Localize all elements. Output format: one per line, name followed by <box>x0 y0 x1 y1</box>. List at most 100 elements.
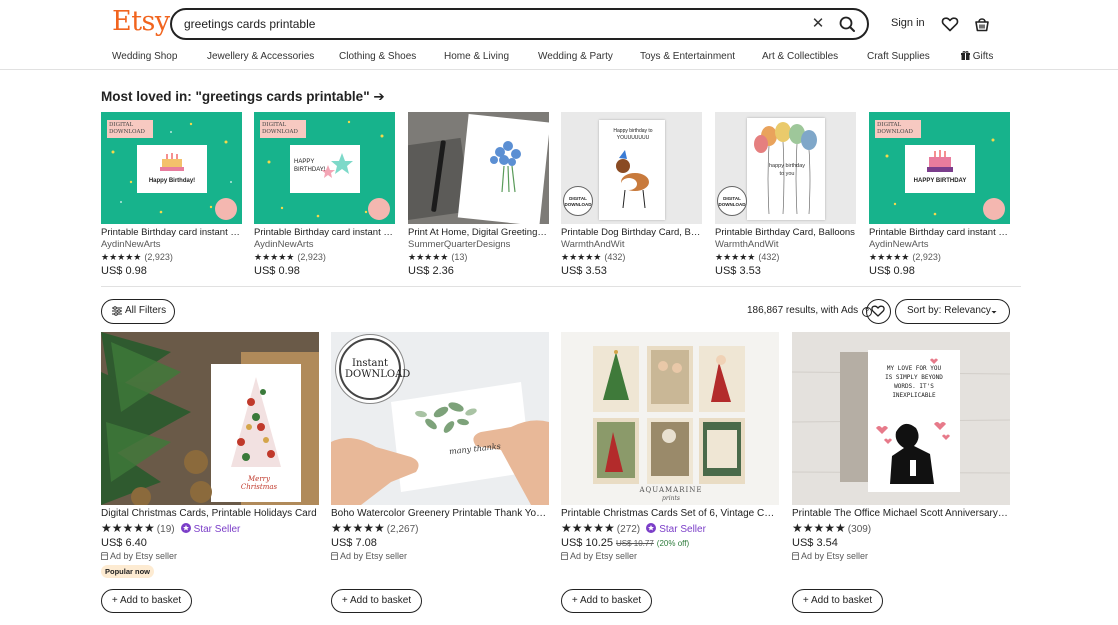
shop-badge-icon <box>215 198 237 220</box>
loved-item[interactable]: happy birthday to you DIGITAL DOWNLOAD P… <box>715 112 856 277</box>
card-preview-text: HAPPY BIRTHDAY <box>913 178 967 184</box>
rating-count: (2,267) <box>386 524 419 535</box>
loved-item-title[interactable]: Printable Birthday card instant download <box>254 227 395 238</box>
all-filters-label: All Filters <box>125 305 167 316</box>
listing-title[interactable]: Digital Christmas Cards, Printable Holid… <box>101 508 319 519</box>
loved-item-title[interactable]: Printable Dog Birthday Card, Beagle <box>561 227 702 238</box>
loved-item[interactable]: Happy birthday to YOUUUUUUU DIGITAL DOWN… <box>561 112 702 277</box>
search-bar: ✕ <box>170 8 869 40</box>
loved-item-shop[interactable]: AydinNewArts <box>869 239 1010 250</box>
instant-download-stamp: Instant DOWNLOAD <box>339 338 410 400</box>
digital-download-tag: DIGITAL DOWNLOAD <box>107 120 153 138</box>
loved-item-price: US$ 0.98 <box>869 265 915 277</box>
listing-image[interactable]: many thanks Instant DOWNLOAD <box>331 332 549 505</box>
listing-title[interactable]: Printable The Office Michael Scott Anniv… <box>792 508 1010 519</box>
loved-item-image[interactable]: DIGITAL DOWNLOAD Happy Birthday! <box>101 112 242 224</box>
loved-item-price: US$ 3.53 <box>561 265 607 277</box>
shop-icon <box>330 552 339 560</box>
sort-dropdown[interactable]: Sort by: Relevancy <box>895 299 1010 324</box>
all-filters-button[interactable]: All Filters <box>101 299 175 324</box>
search-button[interactable] <box>834 12 860 36</box>
listing-image[interactable]: MY LOVE FOR YOU IS SIMPLY BEYOND WORDS. … <box>792 332 1010 505</box>
sort-label: Sort by: Relevancy <box>907 305 991 316</box>
category-wedding-shop[interactable]: Wedding Shop <box>112 51 177 62</box>
listing-price: US$ 6.40 <box>101 537 147 549</box>
category-art[interactable]: Art & Collectibles <box>762 51 838 62</box>
shop-badge-icon <box>983 198 1005 220</box>
star-seller-icon <box>646 523 657 533</box>
shop-icon <box>791 552 800 560</box>
loved-item-rating: ★★★★★ (2,923) <box>101 252 242 263</box>
listing-image[interactable]: Merry Christmas <box>101 332 319 505</box>
most-loved-heading[interactable]: Most loved in: "greetings cards printabl… <box>101 89 385 105</box>
category-gifts-label: Gifts <box>972 51 994 62</box>
listing-rating: ★★★★★ (19) Star Seller <box>101 521 319 535</box>
category-jewellery[interactable]: Jewellery & Accessories <box>207 51 314 62</box>
digital-download-tag: DIGITAL DOWNLOAD <box>260 120 306 138</box>
listing-price: US$ 3.54 <box>792 537 838 549</box>
sale-price: US$ 10.25 <box>561 537 613 549</box>
save-search-button[interactable] <box>866 299 891 324</box>
loved-item-shop[interactable]: WarmthAndWit <box>561 239 702 250</box>
listing-image[interactable]: AQUAMARINE prints <box>561 332 779 505</box>
loved-item-title[interactable]: Printable Birthday card instant download <box>869 227 1010 238</box>
category-home-living[interactable]: Home & Living <box>444 51 509 62</box>
vintage-cards-photo <box>561 332 779 505</box>
loved-item[interactable]: DIGITAL DOWNLOAD HAPPY BIRTHDAY Printabl… <box>869 112 1010 277</box>
loved-item-title[interactable]: Printable Birthday card instant download <box>101 227 242 238</box>
loved-item-shop[interactable]: WarmthAndWit <box>715 239 856 250</box>
ad-label-text: Ad by Etsy seller <box>801 551 869 561</box>
rating-stars: ★★★★★ <box>331 521 385 535</box>
loved-item[interactable]: DIGITAL DOWNLOAD Happy Birthday! Printab… <box>101 112 242 277</box>
card-preview-text: happy birthday to you <box>768 163 806 177</box>
add-to-basket-button[interactable]: + Add to basket <box>792 589 883 613</box>
card-greeting-text: Merry Christmas <box>240 475 278 491</box>
listing-title[interactable]: Printable Christmas Cards Set of 6, Vint… <box>561 508 779 519</box>
favorites-heart-icon[interactable] <box>940 14 960 34</box>
loved-item[interactable]: Print At Home, Digital Greeting Card Sum… <box>408 112 549 277</box>
listing-price: US$ 7.08 <box>331 537 377 549</box>
listing-card[interactable]: MY LOVE FOR YOU IS SIMPLY BEYOND WORDS. … <box>791 332 1010 561</box>
loved-item-image[interactable]: happy birthday to you DIGITAL DOWNLOAD <box>715 112 856 224</box>
loved-item[interactable]: DIGITAL DOWNLOAD HAPPY BIRTHDAY! Printab… <box>254 112 395 277</box>
search-input[interactable] <box>184 15 784 33</box>
card-preview: HAPPY BIRTHDAY! <box>290 145 360 193</box>
add-to-basket-button[interactable]: + Add to basket <box>331 589 422 613</box>
listing-card[interactable]: many thanks Instant DOWNLOAD Boho Waterc… <box>330 332 549 561</box>
digital-download-badge: DIGITAL DOWNLOAD <box>563 186 593 216</box>
loved-item-image[interactable]: DIGITAL DOWNLOAD HAPPY BIRTHDAY! <box>254 112 395 224</box>
category-craft-supplies[interactable]: Craft Supplies <box>867 51 930 62</box>
star-seller-label: Star Seller <box>659 524 706 535</box>
add-to-basket-button[interactable]: + Add to basket <box>101 589 192 613</box>
loved-item-title[interactable]: Print At Home, Digital Greeting Card <box>408 227 549 238</box>
listing-card[interactable]: AQUAMARINE prints Printable Christmas Ca… <box>560 332 779 561</box>
loved-item-rating: ★★★★★ (432) <box>715 252 856 263</box>
category-wedding-party[interactable]: Wedding & Party <box>538 51 613 62</box>
loved-item-title[interactable]: Printable Birthday Card, Balloons <box>715 227 856 238</box>
category-gifts[interactable]: Gifts <box>961 50 994 62</box>
loved-item-image[interactable]: DIGITAL DOWNLOAD HAPPY BIRTHDAY <box>869 112 1010 224</box>
listing-rating: ★★★★★ (272) Star Seller <box>561 521 779 535</box>
add-to-basket-button[interactable]: + Add to basket <box>561 589 652 613</box>
loved-item-image[interactable]: Happy birthday to YOUUUUUUU DIGITAL DOWN… <box>561 112 702 224</box>
listing-card[interactable]: Merry Christmas Digital Christmas Cards,… <box>100 332 319 579</box>
cart-basket-icon[interactable] <box>972 14 992 34</box>
sign-in-link[interactable]: Sign in <box>891 17 925 29</box>
loved-item-rating: ★★★★★ (432) <box>561 252 702 263</box>
results-text: 186,867 results, with Ads <box>747 305 859 316</box>
loved-item-shop[interactable]: SummerQuarterDesigns <box>408 239 549 250</box>
rating-stars: ★★★★★ <box>715 252 756 262</box>
category-nav: Wedding Shop Jewellery & Accessories Clo… <box>0 50 1118 70</box>
search-icon <box>839 16 855 32</box>
section-divider <box>101 286 1021 287</box>
category-clothing[interactable]: Clothing & Shoes <box>339 51 416 62</box>
loved-item-image[interactable] <box>408 112 549 224</box>
etsy-logo[interactable]: Etsy <box>112 6 170 37</box>
loved-item-shop[interactable]: AydinNewArts <box>254 239 395 250</box>
listing-title[interactable]: Boho Watercolor Greenery Printable Thank… <box>331 508 549 519</box>
card-message-text: MY LOVE FOR YOU IS SIMPLY BEYOND WORDS. … <box>885 365 943 399</box>
clear-search-icon[interactable]: ✕ <box>808 14 828 34</box>
rating-count: (2,923) <box>144 252 173 262</box>
loved-item-shop[interactable]: AydinNewArts <box>101 239 242 250</box>
category-toys[interactable]: Toys & Entertainment <box>640 51 735 62</box>
